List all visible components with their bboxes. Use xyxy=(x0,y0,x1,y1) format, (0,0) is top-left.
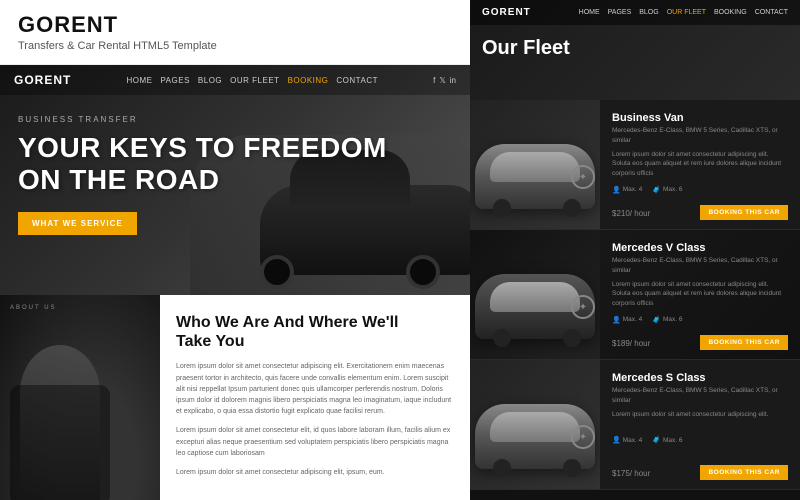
hero-content: BUSINESS TRANSFER Your Keys To Freedom O… xyxy=(0,95,470,235)
fl-nav-pages[interactable]: PAGES xyxy=(608,9,632,16)
fleet-nav-logo: GORENT xyxy=(482,7,531,18)
hero-car-wheel-front xyxy=(260,255,294,289)
car-bottom-3: $175/ hour BOOKING THIS CAR xyxy=(612,463,788,481)
fl-nav-blog[interactable]: BLOG xyxy=(639,9,658,16)
fl-nav-home[interactable]: HOME xyxy=(579,9,600,16)
nav-link-fleet[interactable]: OUR FLEET xyxy=(230,76,279,85)
car-image-3 xyxy=(470,360,600,489)
hero-section: GORENT HOME PAGES BLOG OUR FLEET BOOKING… xyxy=(0,65,470,295)
about-content: Who We Are And Where We'll Take You Lore… xyxy=(160,295,470,500)
car-card-1: Business Van Mercedes-Benz E-Class, BMW … xyxy=(470,100,800,230)
hero-subtitle: BUSINESS TRANSFER xyxy=(18,115,452,124)
car-price-unit-1: / hour xyxy=(630,209,650,218)
brand-title: GORENT xyxy=(18,12,452,38)
left-panel: GORENT Transfers & Car Rental HTML5 Temp… xyxy=(0,0,470,500)
mercedes-logo-3 xyxy=(571,425,595,449)
car-full-desc-3: Lorem ipsum dolor sit amet consectetur a… xyxy=(612,410,788,420)
luggage-icon-1: 🧳 xyxy=(652,186,661,194)
fl-nav-booking[interactable]: BOOKING xyxy=(714,9,747,16)
car-full-desc-1: Lorem ipsum dolor sit amet consectetur a… xyxy=(612,150,788,179)
car-passengers-1: 👤 Max. 4 xyxy=(612,186,642,194)
hero-nav: GORENT HOME PAGES BLOG OUR FLEET BOOKING… xyxy=(0,65,470,95)
passenger-icon-1: 👤 xyxy=(612,186,621,194)
luggage-icon-3: 🧳 xyxy=(652,436,661,444)
passenger-icon-2: 👤 xyxy=(612,316,621,324)
car-price-unit-2: / hour xyxy=(630,339,650,348)
car-desc-2: Mercedes-Benz E-Class, BMW 5 Series, Cad… xyxy=(612,256,788,276)
right-panel: GORENT HOME PAGES BLOG OUR FLEET BOOKING… xyxy=(470,0,800,500)
car-details-3: Mercedes S Class Mercedes-Benz E-Class, … xyxy=(600,360,800,489)
car-luggage-3: 🧳 Max. 6 xyxy=(652,436,682,444)
car-specs-3: 👤 Max. 4 🧳 Max. 6 xyxy=(612,436,788,444)
car-passengers-2: 👤 Max. 4 xyxy=(612,316,642,324)
social-tw: 𝕏 xyxy=(439,76,445,85)
car-name-1: Business Van xyxy=(612,112,788,124)
car-luggage-1: 🧳 Max. 6 xyxy=(652,186,682,194)
car-desc-1: Mercedes-Benz E-Class, BMW 5 Series, Cad… xyxy=(612,126,788,146)
car-card-3: Mercedes S Class Mercedes-Benz E-Class, … xyxy=(470,360,800,490)
mercedes-logo-1 xyxy=(571,165,595,189)
hero-nav-social: f 𝕏 in xyxy=(433,76,456,85)
book-button-2[interactable]: BOOKING THIS CAR xyxy=(700,335,788,350)
car-image-1 xyxy=(470,100,600,229)
brand-subtitle: Transfers & Car Rental HTML5 Template xyxy=(18,40,452,52)
social-fb: f xyxy=(433,76,435,85)
hero-car-wheel-rear xyxy=(406,255,440,289)
about-text-3: Lorem ipsum dolor sit amet consectetur a… xyxy=(176,467,454,478)
car-luggage-2: 🧳 Max. 6 xyxy=(652,316,682,324)
luggage-icon-2: 🧳 xyxy=(652,316,661,324)
book-button-3[interactable]: BOOKING THIS CAR xyxy=(700,465,788,480)
about-title-line2: Take You xyxy=(176,333,244,350)
fleet-nav: GORENT HOME PAGES BLOG OUR FLEET BOOKING… xyxy=(470,0,800,25)
car-image-2 xyxy=(470,230,600,359)
nav-link-booking[interactable]: BOOKING xyxy=(288,76,329,85)
car-price-2: $189/ hour xyxy=(612,333,650,351)
car-details-1: Business Van Mercedes-Benz E-Class, BMW … xyxy=(600,100,800,229)
about-title-line1: Who We Are And Where We'll xyxy=(176,314,398,331)
about-tag: ABOUT US xyxy=(10,305,57,311)
about-image: ABOUT US xyxy=(0,295,160,500)
social-in: in xyxy=(450,76,456,85)
fleet-heading: Our Fleet xyxy=(470,25,800,66)
car-name-2: Mercedes V Class xyxy=(612,242,788,254)
hero-nav-logo: GORENT xyxy=(14,73,71,87)
hero-title-line1: Your Keys To Freedom xyxy=(18,132,387,163)
nav-link-home[interactable]: HOME xyxy=(126,76,152,85)
car-specs-2: 👤 Max. 4 🧳 Max. 6 xyxy=(612,316,788,324)
car-specs-1: 👤 Max. 4 🧳 Max. 6 xyxy=(612,186,788,194)
about-image-inner xyxy=(0,295,160,500)
car-name-3: Mercedes S Class xyxy=(612,372,788,384)
hero-title: Your Keys To Freedom On The Road xyxy=(18,132,452,196)
about-title: Who We Are And Where We'll Take You xyxy=(176,313,454,351)
car-details-2: Mercedes V Class Mercedes-Benz E-Class, … xyxy=(600,230,800,359)
car-price-3: $175/ hour xyxy=(612,463,650,481)
nav-link-blog[interactable]: BLOG xyxy=(198,76,222,85)
hero-title-line2: On The Road xyxy=(18,164,220,195)
fleet-top-section: GORENT HOME PAGES BLOG OUR FLEET BOOKING… xyxy=(470,0,800,100)
fl-nav-fleet[interactable]: OUR FLEET xyxy=(667,9,706,16)
mercedes-logo-2 xyxy=(571,295,595,319)
car-bottom-1: $210/ hour BOOKING THIS CAR xyxy=(612,203,788,221)
fleet-nav-links: HOME PAGES BLOG OUR FLEET BOOKING CONTAC… xyxy=(579,9,788,16)
car-full-desc-2: Lorem ipsum dolor sit amet consectetur a… xyxy=(612,280,788,309)
hero-cta-button[interactable]: WHAT WE SERVICE xyxy=(18,212,137,235)
hero-nav-links: HOME PAGES BLOG OUR FLEET BOOKING CONTAC… xyxy=(126,76,378,85)
about-section: ABOUT US Who We Are And Where We'll Take… xyxy=(0,295,470,500)
car-passengers-3: 👤 Max. 4 xyxy=(612,436,642,444)
car-desc-3: Mercedes-Benz E-Class, BMW 5 Series, Cad… xyxy=(612,386,788,406)
car-price-1: $210/ hour xyxy=(612,203,650,221)
nav-link-contact[interactable]: CONTACT xyxy=(336,76,378,85)
car-card-2: Mercedes V Class Mercedes-Benz E-Class, … xyxy=(470,230,800,360)
brand-header: GORENT Transfers & Car Rental HTML5 Temp… xyxy=(0,0,470,65)
car-price-unit-3: / hour xyxy=(630,469,650,478)
about-text-1: Lorem ipsum dolor sit amet consectetur a… xyxy=(176,361,454,417)
passenger-icon-3: 👤 xyxy=(612,436,621,444)
car-bottom-2: $189/ hour BOOKING THIS CAR xyxy=(612,333,788,351)
about-text-2: Lorem ipsum dolor sit amet consectetur e… xyxy=(176,425,454,459)
fl-nav-contact[interactable]: CONTACT xyxy=(755,9,788,16)
book-button-1[interactable]: BOOKING THIS CAR xyxy=(700,205,788,220)
nav-link-pages[interactable]: PAGES xyxy=(160,76,189,85)
